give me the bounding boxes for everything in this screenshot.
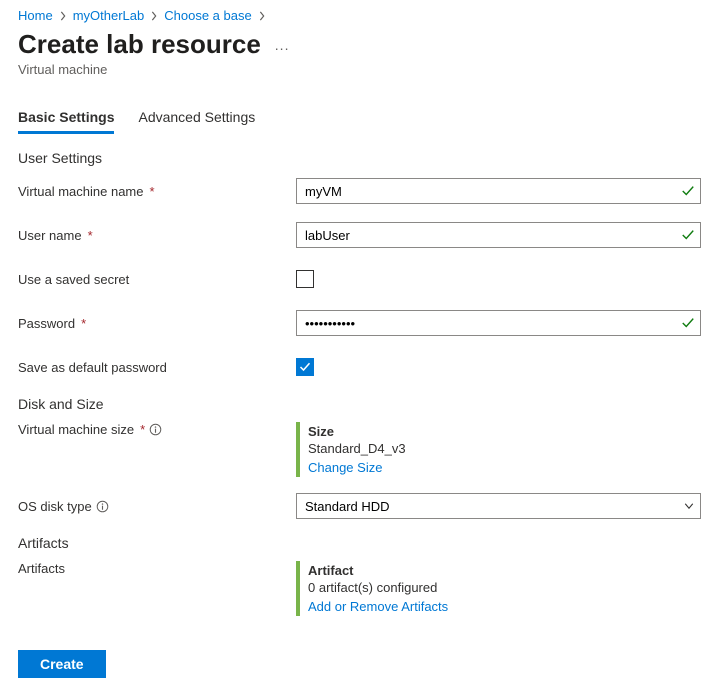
required-indicator: *	[81, 316, 86, 331]
use-saved-secret-label: Use a saved secret	[18, 272, 129, 287]
vm-size-value: Standard_D4_v3	[308, 441, 406, 456]
user-name-label: User name	[18, 228, 82, 243]
os-disk-type-select[interactable]: Standard HDD	[296, 493, 701, 519]
vm-name-input[interactable]	[296, 178, 701, 204]
create-button[interactable]: Create	[18, 650, 106, 678]
required-indicator: *	[150, 184, 155, 199]
info-icon[interactable]	[96, 500, 109, 513]
artifacts-label: Artifacts	[18, 561, 65, 576]
vm-size-card: Size Standard_D4_v3 Change Size	[296, 422, 406, 477]
section-disk-and-size: Disk and Size	[18, 396, 701, 412]
breadcrumb-choose-base[interactable]: Choose a base	[164, 8, 251, 23]
check-icon	[681, 184, 695, 198]
required-indicator: *	[140, 422, 145, 437]
section-user-settings: User Settings	[18, 150, 701, 166]
password-label: Password	[18, 316, 75, 331]
info-icon[interactable]	[149, 423, 162, 436]
breadcrumb-lab[interactable]: myOtherLab	[73, 8, 145, 23]
vm-size-label: Virtual machine size	[18, 422, 134, 437]
chevron-right-icon	[258, 11, 266, 21]
save-default-password-checkbox[interactable]	[296, 358, 314, 376]
more-actions-button[interactable]: ...	[275, 37, 290, 53]
chevron-right-icon	[59, 11, 67, 21]
check-icon	[681, 316, 695, 330]
breadcrumb-home[interactable]: Home	[18, 8, 53, 23]
change-size-link[interactable]: Change Size	[308, 460, 382, 475]
artifacts-card: Artifact 0 artifact(s) configured Add or…	[296, 561, 448, 616]
page-subtitle: Virtual machine	[18, 62, 701, 77]
user-name-input[interactable]	[296, 222, 701, 248]
password-input[interactable]	[296, 310, 701, 336]
artifacts-card-title: Artifact	[308, 563, 448, 578]
tab-advanced-settings[interactable]: Advanced Settings	[138, 109, 255, 134]
vm-size-card-title: Size	[308, 424, 406, 439]
check-icon	[681, 228, 695, 242]
use-saved-secret-checkbox[interactable]	[296, 270, 314, 288]
section-artifacts: Artifacts	[18, 535, 701, 551]
artifacts-value: 0 artifact(s) configured	[308, 580, 448, 595]
save-default-password-label: Save as default password	[18, 360, 167, 375]
tab-basic-settings[interactable]: Basic Settings	[18, 109, 114, 134]
page-title: Create lab resource	[18, 29, 261, 60]
chevron-right-icon	[150, 11, 158, 21]
add-remove-artifacts-link[interactable]: Add or Remove Artifacts	[308, 599, 448, 614]
vm-name-label: Virtual machine name	[18, 184, 144, 199]
tabs: Basic Settings Advanced Settings	[18, 109, 701, 134]
breadcrumb: Home myOtherLab Choose a base	[18, 8, 701, 23]
required-indicator: *	[88, 228, 93, 243]
os-disk-type-label: OS disk type	[18, 499, 92, 514]
